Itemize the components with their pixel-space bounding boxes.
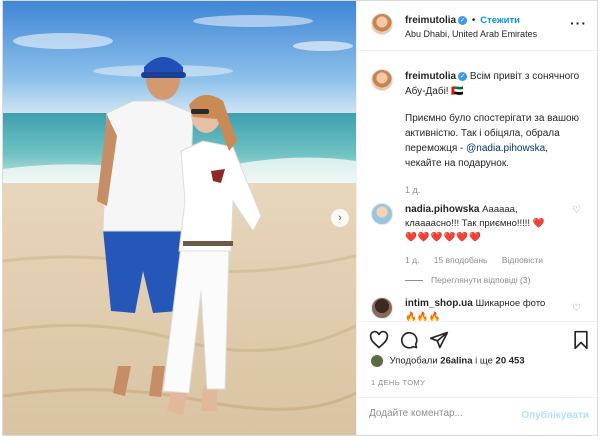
heart-icon[interactable] [369,330,389,350]
post-header: freimutolia ✓ • Стежити Abu Dhabi, United… [357,1,597,51]
comment-text: Шикарное фото [475,298,546,309]
comment-like-heart-icon[interactable]: ♡ [572,205,581,216]
caption: freimutolia ✓ Всім привіт з сонячного Абу… [405,69,585,198]
location-link[interactable]: Abu Dhabi, United Arab Emirates [405,29,537,39]
comment-username[interactable]: intim_shop.ua [405,298,473,309]
verified-badge-icon: ✓ [458,15,468,25]
share-icon[interactable] [429,330,449,350]
comment-hearts: ❤️❤️❤️❤️❤️❤️ [405,232,482,243]
likes-count[interactable]: 20 453 [496,356,525,367]
beach-photo-illustration [3,1,356,435]
likes-summary: Уподобали 26alina і ще 20 453 [371,355,525,367]
comment-like-heart-icon[interactable]: ♡ [572,303,581,314]
bookmark-icon[interactable] [571,330,591,350]
post-timestamp[interactable]: 1 день тому [371,378,425,387]
comment-emoji: 🔥🔥🔥 [405,312,441,321]
commenter-avatar[interactable] [371,203,393,225]
caption-mention[interactable]: @nadia.pihowska [466,143,545,154]
comment-meta: 1 д. 15 вподобань Відповісти [405,253,565,267]
comment-time[interactable]: 1 д. [405,255,419,265]
chevron-right-icon: › [338,212,342,224]
follow-button[interactable]: Стежити [480,15,520,26]
comment-input[interactable] [369,408,519,419]
post-sidebar: freimutolia ✓ • Стежити Abu Dhabi, United… [356,1,597,435]
verified-badge-icon: ✓ [458,71,468,81]
comment-username[interactable]: nadia.pihowska [405,204,479,215]
separator-dot: • [471,15,476,26]
author-avatar[interactable] [371,13,393,35]
view-replies-button[interactable]: Переглянути відповіді (3) [405,273,565,287]
instagram-post: › freimutolia ✓ • Стежити Abu Dhabi, Unit… [2,0,598,436]
author-username[interactable]: freimutolia [405,15,456,26]
likes-suffix: і ще [475,355,493,367]
caption-username[interactable]: freimutolia [405,71,456,82]
commenter-avatar[interactable] [371,297,393,319]
caption-avatar[interactable] [371,69,393,91]
reply-button[interactable]: Відповісти [502,255,543,265]
more-dots-icon[interactable]: ··· [570,15,587,31]
post-photo[interactable]: › [3,1,356,435]
comment-icon[interactable] [399,330,419,350]
next-photo-button[interactable]: › [331,209,349,227]
add-comment-bar: Опублікувати [357,397,597,435]
caption-time[interactable]: 1 д. [405,183,585,198]
comment-likes-count[interactable]: 15 вподобань [434,255,488,265]
publish-button[interactable]: Опублікувати [521,410,589,421]
likes-prefix: Уподобали [389,355,438,367]
comments-section: freimutolia ✓ Всім привіт з сонячного Абу… [357,51,597,321]
liker-avatar[interactable] [371,355,383,367]
liker-username[interactable]: 26alina [440,356,472,367]
